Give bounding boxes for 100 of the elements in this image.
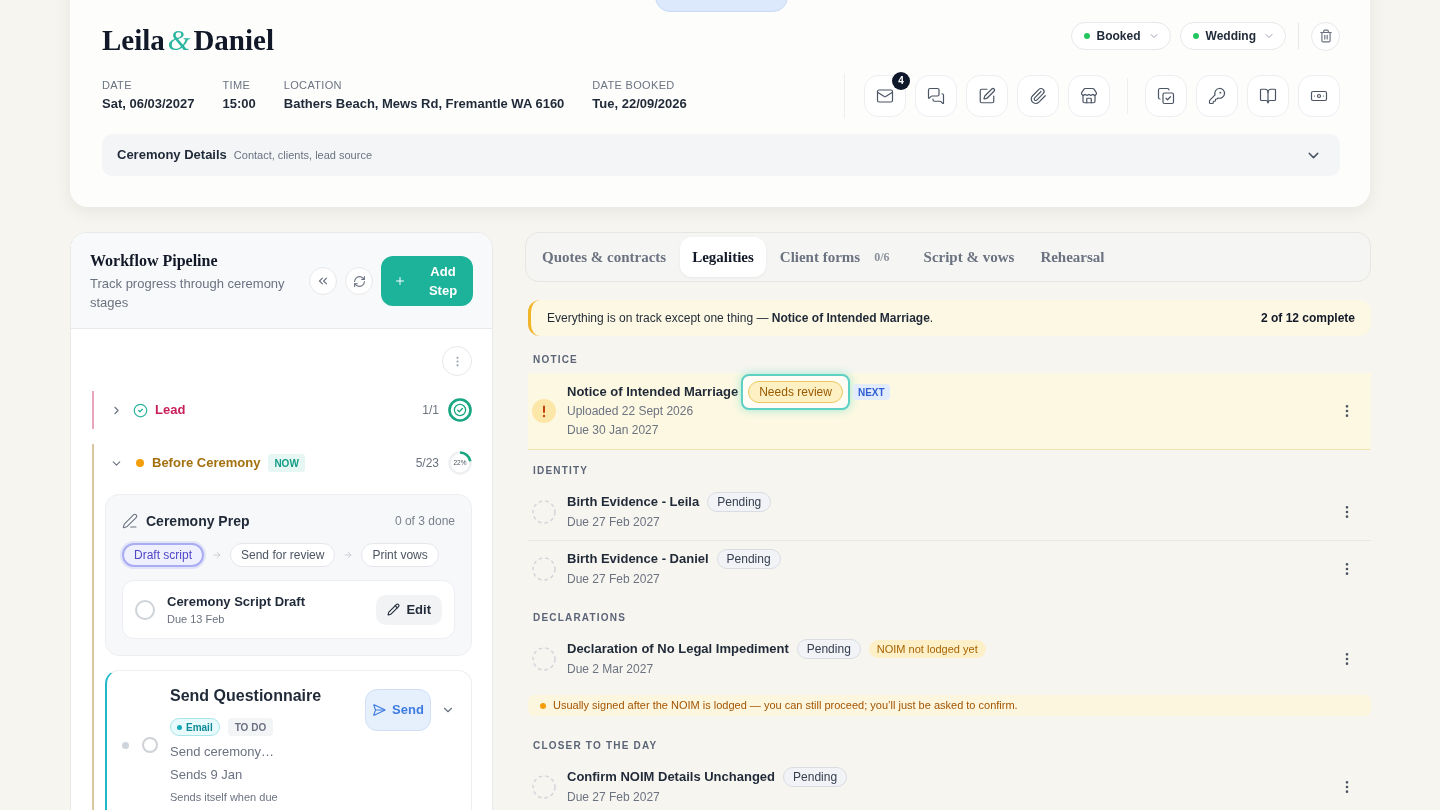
checklist-row[interactable]: Birth Evidence - Daniel Pending Due 27 Feb 2027 — [528, 540, 1371, 597]
trash-icon — [1318, 29, 1333, 43]
checklist-row[interactable]: Birth Evidence - Leila Pending Due 27 Feb 2027 — [528, 484, 1371, 540]
item-title: Birth Evidence - Leila — [567, 493, 700, 512]
tab[interactable]: Legalities — [680, 237, 766, 277]
banknote-button[interactable] — [1298, 74, 1340, 117]
panel-title: Workflow Pipeline — [90, 251, 219, 272]
status-badge: Needs review — [748, 381, 843, 403]
storefront-icon — [1080, 86, 1098, 105]
clipboard-check-icon — [1157, 86, 1175, 105]
dashed-circle-icon — [532, 500, 556, 524]
couple-names: Leila&Daniel — [102, 23, 274, 57]
item-title: Notice of Intended Marriage — [567, 383, 739, 402]
completion-count: 2 of 12 complete — [1260, 310, 1355, 327]
ceremony-details-header[interactable]: Ceremony Details Contact, clients, lead source — [102, 134, 1340, 176]
stage-name[interactable]: Before Ceremony — [152, 453, 261, 473]
tab[interactable]: Client forms 0/6 — [767, 237, 902, 277]
checklist-row[interactable]: Declaration of No Legal Impediment Pending NOIM not lodged yet Due 2 Mar 2027 — [528, 631, 1371, 687]
pencil-icon — [387, 603, 401, 616]
warning-text: Usually signed after the NOIM is lodged — you can still proceed; you’ll just be asked to confirm. — [553, 698, 1018, 714]
double-chevron-left-icon — [316, 274, 330, 288]
paperclip-button[interactable] — [1017, 74, 1059, 117]
storefront-button[interactable] — [1068, 74, 1110, 117]
status-badge: Pending — [716, 549, 781, 569]
section-heading: CLOSER TO THE DAY — [532, 739, 659, 753]
channel-badge: Email — [170, 718, 220, 736]
collapse-button[interactable] — [309, 267, 337, 295]
tab[interactable]: Rehearsal — [1028, 237, 1117, 277]
ceremony-details-title: Ceremony Details — [117, 146, 227, 165]
send-button[interactable]: Send — [365, 689, 431, 731]
paperclip-icon — [1029, 86, 1047, 105]
next-badge: NEXT — [852, 384, 890, 400]
highlighted-row[interactable]: Notice of Intended Marriage Needs review NEXT Uploaded 22 Sept 2026 Due 30 Jan 2027 — [528, 373, 1371, 450]
send-icon — [372, 703, 387, 717]
tab[interactable]: Script & vows — [911, 237, 1027, 277]
group-title: Ceremony Prep — [146, 511, 250, 531]
now-badge: NOW — [268, 454, 305, 472]
section-heading: IDENTITY — [532, 464, 590, 478]
task-checkbox[interactable] — [135, 599, 155, 620]
item-title: Declaration of No Legal Impediment — [567, 640, 789, 659]
clipboard-check-button[interactable] — [1145, 74, 1187, 117]
detail-label: TIME — [222, 78, 252, 92]
done-count: 0 of 3 done — [394, 513, 455, 530]
detail-label: DATE — [102, 78, 133, 92]
status-badge: Pending — [783, 767, 848, 787]
detail-label: DATE BOOKED — [592, 78, 676, 92]
status-badge: Pending — [796, 639, 861, 659]
pencil-square-icon — [978, 86, 996, 105]
panel-subtitle: Track progress through ceremony stages — [90, 275, 286, 312]
ceremony-details-summary: Contact, clients, lead source — [233, 147, 372, 163]
section-heading: DECLARATIONS — [532, 611, 628, 625]
arrow-icon — [212, 550, 222, 560]
pencil-line-icon — [122, 513, 138, 529]
pencil-square-button[interactable] — [966, 74, 1008, 117]
status-badge: Pending — [707, 492, 772, 512]
automation-title: Send Questionnaire — [170, 686, 322, 706]
automation-note: Sends itself when due — [170, 790, 279, 805]
item-detail: Due 2 Mar 2027 — [567, 661, 655, 678]
tab[interactable]: Quotes & contracts — [530, 237, 679, 277]
item-title: Birth Evidence - Daniel — [567, 550, 709, 569]
chat-bubbles-button[interactable] — [915, 74, 957, 117]
key-icon — [1208, 86, 1226, 105]
dashed-circle-icon — [532, 647, 556, 671]
edit-button[interactable]: Edit — [376, 594, 442, 625]
item-detail: Due 27 Feb 2027 — [567, 514, 661, 531]
delete-button[interactable] — [1311, 21, 1340, 51]
status-badge: TO DO — [227, 718, 274, 736]
step-pill[interactable]: Send for review — [230, 543, 336, 567]
send-schedule: Sends 9 Jan — [170, 766, 244, 784]
mail-icon — [876, 86, 894, 105]
check-circle-icon — [133, 402, 148, 418]
refresh-icon — [352, 274, 366, 288]
message-preview: Send ceremony… — [170, 743, 276, 761]
chat-bubbles-icon — [927, 86, 945, 105]
item-detail: Due 27 Feb 2027 — [567, 789, 661, 806]
item-title: Confirm NOIM Details Unchanged — [567, 768, 776, 787]
unread-count-badge: 4 — [892, 71, 910, 90]
item-detail: Uploaded 22 Sept 2026 — [567, 403, 695, 420]
task-checkbox[interactable] — [142, 737, 158, 753]
dashed-circle-icon — [532, 775, 556, 799]
blocker-badge: NOIM not lodged yet — [868, 640, 986, 658]
status-dropdown[interactable]: Wedding — [1179, 22, 1286, 50]
key-button[interactable] — [1196, 74, 1238, 117]
section-heading: NOTICE — [532, 353, 579, 367]
summary-text: Everything is on track except one thing — Notice of Intended Marriage. — [547, 310, 934, 327]
detail-value: Tue, 22/09/2026 — [592, 95, 687, 113]
refresh-button[interactable] — [345, 267, 373, 295]
step-pill[interactable]: Print vows — [361, 543, 439, 567]
alert-icon — [532, 399, 556, 423]
step-pill[interactable]: Draft script — [122, 543, 204, 567]
task-title: Ceremony Script Draft — [167, 592, 305, 611]
stage-count: 1/1 — [422, 402, 439, 419]
detail-label: LOCATION — [283, 78, 343, 92]
checklist-row[interactable]: Confirm NOIM Details Unchanged Pending Due 27 Feb 2027 — [528, 759, 1371, 810]
open-book-button[interactable] — [1247, 74, 1289, 117]
detail-value: 15:00 — [222, 95, 256, 113]
status-dropdown[interactable]: Booked — [1070, 22, 1171, 50]
dashed-circle-icon — [532, 557, 556, 581]
stage-name[interactable]: Lead — [155, 400, 186, 420]
plus-icon — [394, 275, 406, 287]
